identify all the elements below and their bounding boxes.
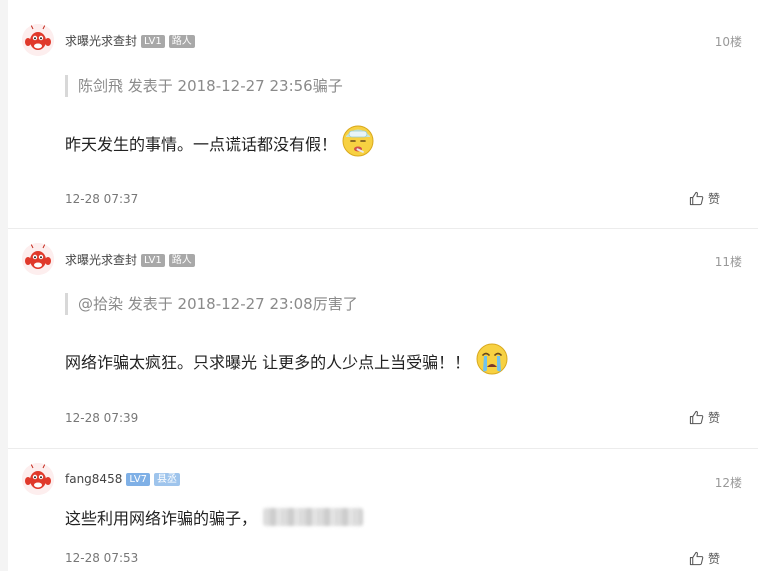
blurred-text — [263, 508, 364, 526]
avatar[interactable] — [22, 463, 54, 495]
comment-post: 求曝光求查封 LV1 路人 10楼 陈剑飛 发表于 2018-12-27 23:56… — [8, 0, 758, 228]
avatar[interactable] — [22, 24, 54, 56]
thumbs-up-icon — [689, 191, 704, 206]
username[interactable]: fang8458 — [65, 472, 122, 486]
crying-face-emoji-icon — [474, 341, 510, 381]
comment-post: 求曝光求查封 LV1 路人 11楼 @拾染 发表于 2018-12-27 23:08… — [8, 229, 758, 448]
lobster-avatar-icon — [22, 463, 54, 495]
thumbs-up-icon — [689, 551, 704, 566]
like-button[interactable]: 赞 — [689, 409, 720, 426]
thumbs-up-icon — [689, 410, 704, 425]
comment-content: 昨天发生的事情。一点谎话都没有假！ — [65, 125, 375, 161]
like-label: 赞 — [707, 192, 720, 206]
username-row: 求曝光求查封 LV1 路人 — [65, 32, 195, 49]
username-row: fang8458 LV7 县丞 — [65, 472, 181, 486]
quote-block: 陈剑飛 发表于 2018-12-27 23:56骗子 — [65, 75, 343, 97]
comment-post: fang8458 LV7 县丞 12楼 这些利用网络诈骗的骗子， 12-28 07:… — [8, 449, 758, 571]
post-time: 12-28 07:37 — [65, 192, 139, 206]
post-time: 12-28 07:39 — [65, 411, 139, 425]
like-label: 赞 — [707, 552, 720, 566]
role-badge: 路人 — [168, 35, 195, 48]
level-badge: LV1 — [141, 254, 165, 267]
like-button[interactable]: 赞 — [689, 190, 720, 207]
sick-face-emoji-icon — [341, 124, 375, 162]
floor-number: 11楼 — [714, 255, 742, 269]
username[interactable]: 求曝光求查封 — [65, 34, 137, 48]
lobster-avatar-icon — [22, 24, 54, 56]
comment-text: 这些利用网络诈骗的骗子， — [65, 509, 258, 528]
lobster-avatar-icon — [22, 243, 54, 275]
comment-content: 网络诈骗太疯狂。只求曝光 让更多的人少点上当受骗！！ — [65, 342, 510, 380]
username-row: 求曝光求查封 LV1 路人 — [65, 251, 195, 268]
username[interactable]: 求曝光求查封 — [65, 253, 137, 267]
like-button[interactable]: 赞 — [689, 550, 720, 567]
floor-number: 10楼 — [714, 35, 742, 49]
comment-text: 网络诈骗太疯狂。只求曝光 让更多的人少点上当受骗！！ — [65, 353, 471, 372]
floor-number: 12楼 — [714, 476, 742, 490]
level-badge: LV1 — [141, 35, 165, 48]
comment-thread: 求曝光求查封 LV1 路人 10楼 陈剑飛 发表于 2018-12-27 23:56… — [8, 0, 758, 571]
avatar[interactable] — [22, 243, 54, 275]
role-badge: 路人 — [168, 254, 195, 267]
comment-text: 昨天发生的事情。一点谎话都没有假！ — [65, 135, 338, 154]
post-time: 12-28 07:53 — [65, 551, 139, 565]
like-label: 赞 — [707, 411, 720, 425]
comment-content: 这些利用网络诈骗的骗子， — [65, 505, 364, 529]
quote-block: @拾染 发表于 2018-12-27 23:08厉害了 — [65, 293, 358, 315]
role-badge: 县丞 — [154, 473, 181, 486]
level-badge: LV7 — [126, 473, 151, 486]
